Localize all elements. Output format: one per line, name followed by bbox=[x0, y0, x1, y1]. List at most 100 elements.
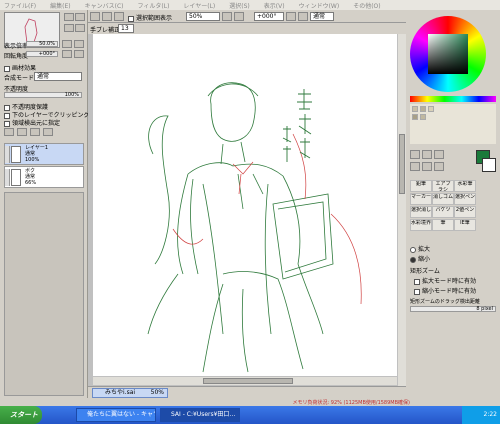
zoom-in-option[interactable]: 拡大 bbox=[410, 244, 430, 253]
menu-select[interactable]: 選択(S) bbox=[229, 1, 250, 10]
move-icon[interactable] bbox=[410, 162, 420, 171]
zoom-out-radio[interactable] bbox=[410, 256, 416, 263]
airbrush-tool[interactable]: エアブラシ bbox=[432, 180, 454, 192]
color-square[interactable] bbox=[428, 34, 468, 74]
eye-icon[interactable] bbox=[5, 146, 10, 163]
zoom-plus-button[interactable] bbox=[74, 40, 84, 48]
nav-rotate-right-button[interactable] bbox=[75, 24, 85, 32]
trash-icon[interactable] bbox=[43, 128, 53, 136]
blend-mode-select[interactable]: 通常 bbox=[34, 72, 82, 81]
right-panel: 鉛筆 エアブラシ 水彩筆 マーカー 消しゴム 選択ペン 選択消し バケツ 2値ペ… bbox=[406, 10, 500, 405]
drawing-canvas[interactable] bbox=[93, 34, 397, 376]
nav-zoom-in-button[interactable] bbox=[64, 13, 74, 21]
menu-other[interactable]: その他(O) bbox=[353, 1, 380, 10]
swatch-grid[interactable] bbox=[410, 104, 496, 144]
menu-layer[interactable]: レイヤー(L) bbox=[183, 1, 215, 10]
zoom-select[interactable]: 50% bbox=[186, 12, 220, 21]
deselect-button[interactable] bbox=[102, 12, 112, 21]
blend-mode-label: 合成モード bbox=[4, 75, 35, 82]
rotate-slider[interactable]: +000° bbox=[26, 51, 58, 57]
ie-brush-tool[interactable]: IE筆 bbox=[454, 219, 476, 231]
layer-row[interactable]: レイヤー1 通常 100% bbox=[4, 143, 84, 165]
zoom-in-mode-toggle[interactable]: 拡大モード時に有効 bbox=[414, 276, 476, 285]
layer-thumbnail bbox=[11, 169, 21, 186]
lasso-icon[interactable] bbox=[422, 150, 432, 159]
invert-button[interactable] bbox=[114, 12, 124, 21]
zoom-icon[interactable] bbox=[422, 162, 432, 171]
horizontal-scrollbar[interactable] bbox=[93, 377, 397, 385]
paper-effect-toggle[interactable]: 画材効果 bbox=[4, 63, 36, 72]
drag-distance-slider[interactable]: 8 pixel bbox=[410, 306, 496, 312]
eraser-tool[interactable]: 消しゴム bbox=[432, 193, 454, 205]
show-selection-toggle[interactable]: 選択範囲表示 bbox=[128, 13, 172, 22]
document-tab[interactable]: みちやi.sai 50% bbox=[92, 388, 168, 398]
start-button[interactable]: スタート bbox=[0, 406, 42, 424]
swatch[interactable] bbox=[412, 114, 418, 120]
menu-window[interactable]: ウィンドウ(W) bbox=[299, 1, 340, 10]
binary-pen-tool[interactable]: 2値ペン bbox=[454, 206, 476, 218]
hue-bar[interactable] bbox=[410, 96, 496, 102]
zoom-out-mode-toggle[interactable]: 縮小モード時に有効 bbox=[414, 286, 476, 295]
zoom-in-button[interactable] bbox=[234, 12, 244, 21]
swatch[interactable] bbox=[420, 114, 426, 120]
opacity-slider[interactable]: 100% bbox=[4, 92, 82, 98]
status-bar: メモリ負荷状況: 92% (1125MB使用/1589MB確保) bbox=[0, 398, 500, 406]
folder-button[interactable] bbox=[30, 128, 40, 136]
vertical-scroll-thumb[interactable] bbox=[399, 134, 405, 194]
menu-canvas[interactable]: キャンバス(C) bbox=[85, 1, 124, 10]
display-mode-select[interactable]: 通常 bbox=[310, 12, 334, 21]
taskbar-item[interactable]: 俺たちに翼はない - キャラ… bbox=[76, 408, 156, 422]
brush-tool[interactable]: 筆 bbox=[432, 219, 454, 231]
menu-filter[interactable]: フィルタ(L) bbox=[138, 1, 170, 10]
pencil-tool[interactable]: 鉛筆 bbox=[410, 180, 432, 192]
rect-select-icon[interactable] bbox=[410, 150, 420, 159]
stabilizer-select[interactable]: 13 bbox=[118, 24, 134, 33]
rotate-cw-button[interactable] bbox=[298, 12, 308, 21]
selection-source-checkbox[interactable] bbox=[4, 120, 10, 127]
rotate-select[interactable]: +000° bbox=[254, 12, 284, 21]
color-wheel[interactable] bbox=[410, 16, 486, 92]
select-erase-tool[interactable]: 選択消し bbox=[410, 206, 432, 218]
sketch-drawing bbox=[147, 82, 362, 373]
menu-view[interactable]: 表示(V) bbox=[264, 1, 285, 10]
rotate-minus-button[interactable] bbox=[62, 50, 72, 58]
select-pen-tool[interactable]: 選択ペン bbox=[454, 193, 476, 205]
rotate-icon[interactable] bbox=[434, 162, 444, 171]
swatch[interactable] bbox=[420, 106, 426, 112]
show-selection-checkbox[interactable] bbox=[128, 15, 134, 22]
bucket-tool[interactable]: バケツ bbox=[432, 206, 454, 218]
new-set-button[interactable] bbox=[17, 128, 27, 136]
zoom-out-mode-checkbox[interactable] bbox=[414, 288, 420, 295]
secondary-color[interactable] bbox=[482, 158, 496, 172]
zoom-in-radio[interactable] bbox=[410, 246, 416, 253]
rotate-ccw-button[interactable] bbox=[286, 12, 296, 21]
layer-row[interactable]: ボク 通常 66% bbox=[4, 166, 84, 188]
select-all-button[interactable] bbox=[90, 12, 100, 21]
taskbar-item-active[interactable]: SAI - C:¥Users¥田口… bbox=[160, 408, 240, 422]
zoom-in-mode-checkbox[interactable] bbox=[414, 278, 420, 285]
marker-tool[interactable]: マーカー bbox=[410, 193, 432, 205]
vertical-scrollbar[interactable] bbox=[398, 34, 406, 386]
water-edge-tool[interactable]: 水彩境界 bbox=[410, 219, 432, 231]
taskbar: スタート 俺たちに翼はない - キャラ… SAI - C:¥Users¥田口… … bbox=[0, 406, 500, 424]
selection-source-toggle[interactable]: 領域検出元に指定 bbox=[4, 118, 60, 127]
magic-wand-icon[interactable] bbox=[434, 150, 444, 159]
eye-icon[interactable] bbox=[5, 169, 10, 186]
menu-edit[interactable]: 編集(E) bbox=[50, 1, 70, 10]
swatch[interactable] bbox=[412, 106, 418, 112]
layer-opacity: 66% bbox=[25, 180, 37, 186]
horizontal-scroll-thumb[interactable] bbox=[203, 378, 293, 384]
menu-file[interactable]: ファイル(F) bbox=[4, 1, 36, 10]
paper-effect-checkbox[interactable] bbox=[4, 65, 10, 72]
watercolor-tool[interactable]: 水彩筆 bbox=[454, 180, 476, 192]
zoom-minus-button[interactable] bbox=[62, 40, 72, 48]
layer-thumbnail bbox=[11, 146, 21, 163]
rotate-plus-button[interactable] bbox=[74, 50, 84, 58]
zoom-out-option[interactable]: 縮小 bbox=[410, 254, 430, 263]
nav-rotate-left-button[interactable] bbox=[64, 24, 74, 32]
zoom-slider[interactable]: 50.0% bbox=[26, 41, 58, 47]
nav-zoom-out-button[interactable] bbox=[75, 13, 85, 21]
swatch[interactable] bbox=[428, 106, 434, 112]
zoom-out-button[interactable] bbox=[222, 12, 232, 21]
new-layer-button[interactable] bbox=[4, 128, 14, 136]
